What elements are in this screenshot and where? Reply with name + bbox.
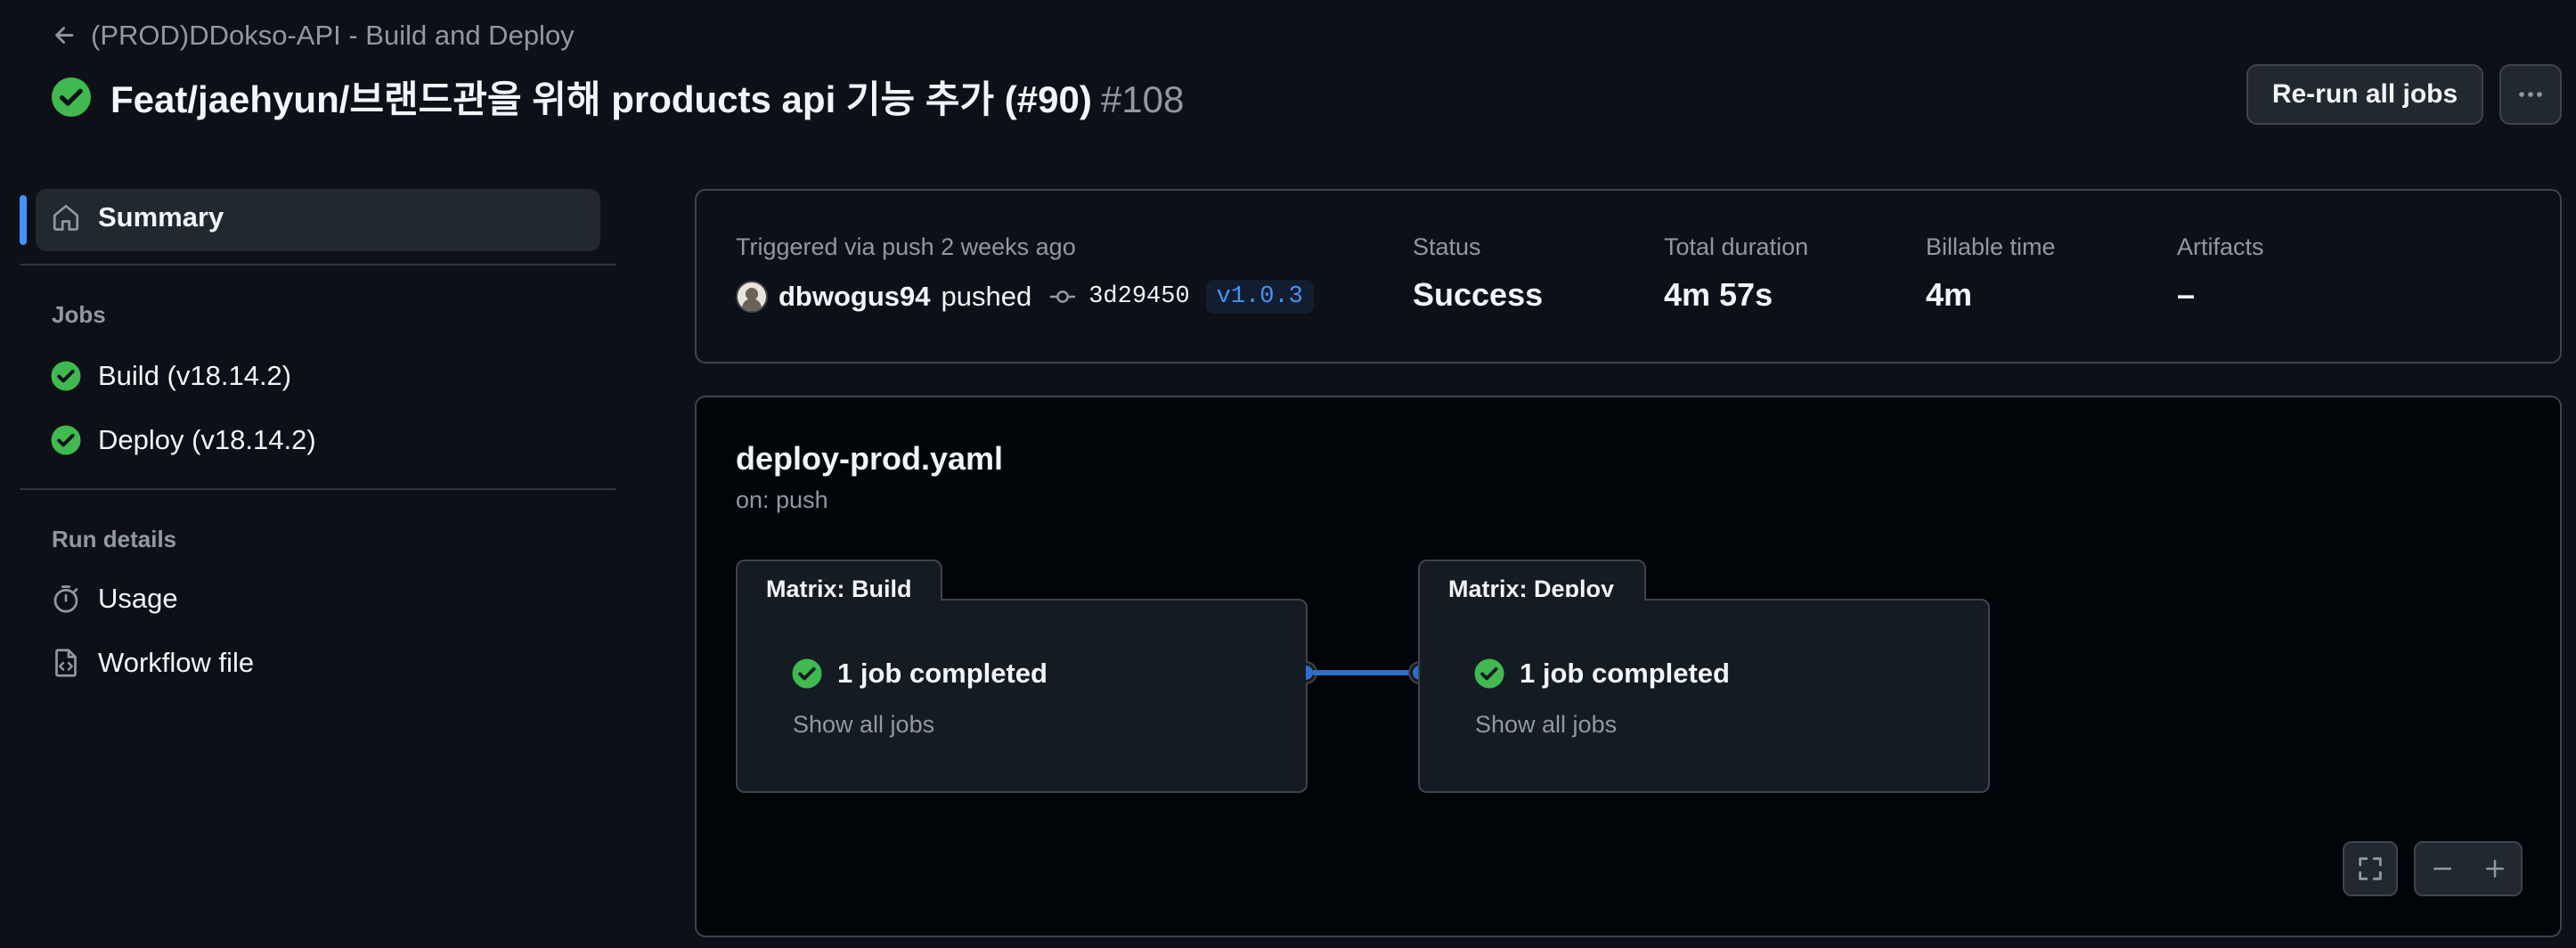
file-code-icon [55, 649, 77, 677]
sidebar-item-label: Build (v18.14.2) [98, 360, 292, 391]
trigger-info: Triggered via push 2 weeks ago [736, 233, 1076, 260]
billable-time-value[interactable]: 4m [1926, 276, 1972, 314]
sidebar-item-deploy-job[interactable]: Deploy (v18.14.2) [50, 424, 316, 456]
show-all-jobs-link[interactable]: Show all jobs [1475, 711, 1617, 739]
home-icon [53, 204, 79, 231]
show-all-jobs-link[interactable]: Show all jobs [793, 711, 934, 739]
tab-joiner [738, 597, 941, 602]
check-circle-icon [52, 77, 91, 117]
arrow-left-icon [55, 27, 74, 44]
rerun-all-jobs-button[interactable]: Re-run all jobs [2246, 64, 2483, 125]
sidebar-item-label: Summary [98, 201, 224, 233]
check-circle-icon [51, 361, 81, 391]
check-circle-icon [51, 425, 81, 455]
git-commit-icon [1050, 290, 1076, 303]
sidebar-item-label: Workflow file [98, 647, 255, 678]
page-title: Feat/jaehyun/브랜드관을 위해 products api 기능 추가… [110, 78, 1185, 120]
total-duration-value: 4m 57s [1664, 276, 1773, 313]
sidebar-item-build-job[interactable]: Build (v18.14.2) [50, 360, 291, 392]
tag-badge[interactable]: v1.0.3 [1205, 280, 1314, 314]
sidebar-item-usage[interactable]: Usage [50, 583, 178, 615]
job-dependency-connector [1306, 661, 1420, 684]
back-to-workflow-link[interactable]: (PROD)DDokso-API - Build and Deploy [52, 20, 575, 52]
artifacts-label: Artifacts [2177, 233, 2264, 260]
stopwatch-icon [53, 585, 78, 613]
run-number: #108 [1100, 78, 1185, 120]
sidebar-item-workflow-file[interactable]: Workflow file [50, 647, 254, 679]
workflow-file-name: deploy-prod.yaml [736, 440, 1004, 477]
status-label: Status [1413, 233, 1481, 260]
fullscreen-button[interactable] [2343, 841, 2398, 896]
tab-joiner [1420, 597, 1644, 602]
run-summary-card [695, 189, 2562, 364]
run-title-row: Feat/jaehyun/브랜드관을 위해 products api 기능 추가… [50, 69, 1184, 124]
sidebar-divider [20, 488, 616, 490]
kebab-horizontal-icon [2519, 92, 2542, 97]
action-text: pushed [941, 281, 1032, 312]
plus-icon [2485, 860, 2504, 878]
sidebar-active-indicator [20, 195, 27, 245]
job-status-text: 1 job completed [1520, 658, 1730, 689]
job-status-text: 1 job completed [837, 658, 1048, 689]
zoom-controls [2414, 841, 2523, 896]
fullscreen-icon [2359, 857, 2382, 880]
matrix-build-tab: Matrix: Build [736, 560, 942, 602]
matrix-deploy-group [1418, 599, 1990, 793]
commit-sha-link[interactable]: 3d29450 [1088, 283, 1189, 310]
billable-time-label: Billable time [1926, 233, 2056, 260]
matrix-deploy-tab: Matrix: Deploy [1418, 560, 1646, 602]
avatar[interactable] [736, 281, 768, 313]
zoom-in-button[interactable] [2468, 843, 2521, 895]
artifacts-value: – [2177, 276, 2196, 313]
sidebar-item-label: Deploy (v18.14.2) [98, 424, 316, 455]
check-circle-icon [1474, 658, 1504, 689]
zoom-out-button[interactable] [2416, 843, 2468, 895]
jobs-heading: Jobs [52, 301, 106, 328]
trigger-details: dbwogus94 pushed 3d29450 v1.0.3 [736, 280, 1314, 314]
sidebar-item-summary[interactable]: Summary [50, 201, 224, 233]
build-job-status[interactable]: 1 job completed [791, 658, 1048, 690]
run-details-heading: Run details [52, 526, 177, 552]
more-options-button[interactable] [2499, 64, 2562, 125]
sidebar-item-label: Usage [98, 583, 178, 614]
status-value: Success [1413, 276, 1544, 313]
actor-username[interactable]: dbwogus94 [779, 281, 931, 313]
check-circle-icon [792, 658, 822, 689]
workflow-name: (PROD)DDokso-API - Build and Deploy [91, 20, 575, 51]
deploy-job-status[interactable]: 1 job completed [1473, 658, 1730, 690]
matrix-build-group [736, 599, 1308, 793]
workflow-trigger: on: push [736, 486, 828, 513]
minus-icon [2433, 867, 2451, 870]
total-duration-label: Total duration [1664, 233, 1809, 260]
sidebar-divider [20, 264, 616, 266]
